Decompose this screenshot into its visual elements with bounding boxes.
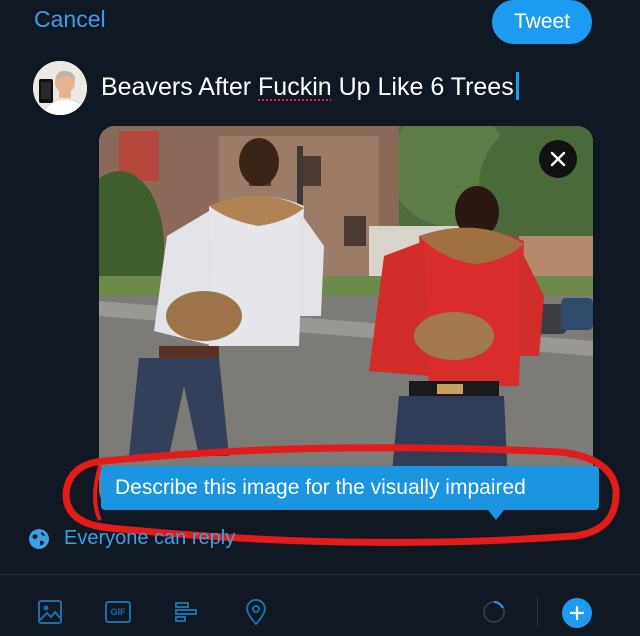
close-icon xyxy=(550,151,566,167)
photo-scene xyxy=(99,126,593,506)
compose-text-end: Up Like 6 Trees xyxy=(331,73,514,101)
location-icon[interactable] xyxy=(242,598,270,626)
toolbar-separator xyxy=(537,596,538,626)
reply-setting[interactable]: Everyone can reply xyxy=(28,527,235,550)
poll-icon[interactable] xyxy=(172,598,200,626)
alt-text-tooltip-tail xyxy=(488,510,504,520)
alt-text-prompt[interactable]: Describe this image for the visually imp… xyxy=(101,466,599,510)
cancel-button[interactable]: Cancel xyxy=(34,6,106,33)
plus-icon xyxy=(570,606,584,620)
misspelled-word[interactable]: Fuckin xyxy=(258,73,332,101)
gif-label: GIF xyxy=(105,601,131,623)
text-cursor xyxy=(515,72,519,100)
avatar xyxy=(33,61,87,115)
toolbar-divider xyxy=(0,574,640,575)
globe-icon xyxy=(28,528,50,550)
attached-photo[interactable] xyxy=(99,126,593,506)
compose-text-start: Beavers After xyxy=(101,73,259,101)
character-count-ring xyxy=(480,598,508,626)
tweet-button[interactable]: Tweet xyxy=(492,0,592,44)
add-thread-button[interactable] xyxy=(562,598,592,628)
reply-setting-label: Everyone can reply xyxy=(64,527,236,549)
gif-icon[interactable]: GIF xyxy=(104,598,132,626)
image-icon[interactable] xyxy=(36,598,64,626)
remove-image-button[interactable] xyxy=(539,140,577,178)
tweet-compose-text[interactable]: Beavers After Fuckin Up Like 6 Trees xyxy=(101,72,519,102)
